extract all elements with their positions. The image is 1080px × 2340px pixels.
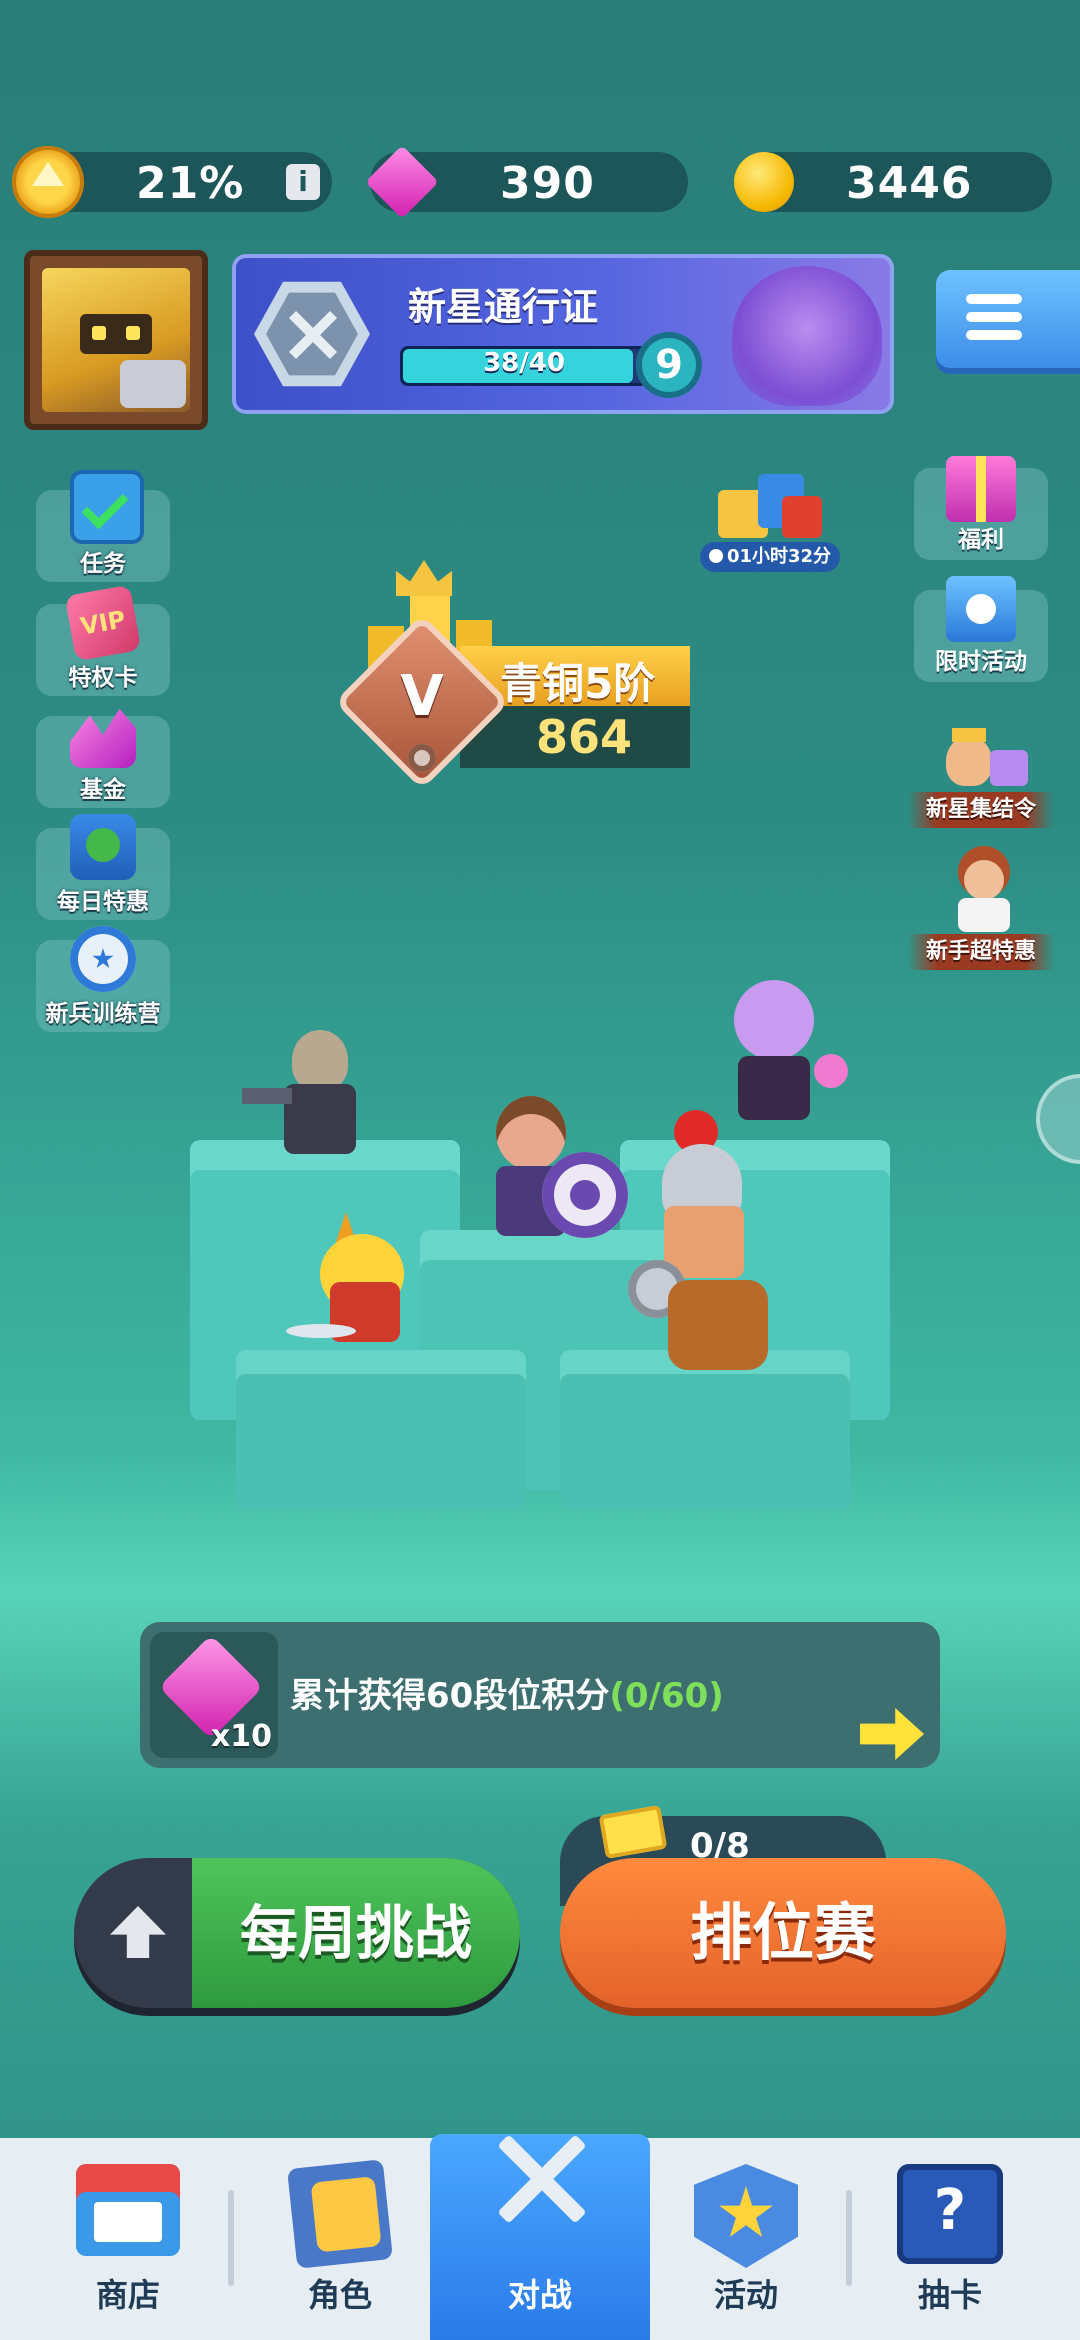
ticket-icon bbox=[598, 1804, 668, 1860]
avatar-helmet-icon bbox=[42, 268, 190, 412]
side-item-label: 新手超特惠 bbox=[908, 934, 1054, 970]
side-item-label: 福利 bbox=[958, 527, 1004, 553]
ranked-match-button[interactable]: 排位赛 bbox=[560, 1858, 1006, 2008]
gift-timer-label: 01小时32分 bbox=[700, 542, 840, 572]
pass-level-badge: 9 bbox=[636, 332, 702, 398]
task-clipboard-icon bbox=[70, 470, 144, 544]
side-item-label: 新兵训练营 bbox=[45, 1001, 161, 1027]
arrow-up-icon bbox=[110, 1906, 166, 1958]
side-item-label: 限时活动 bbox=[935, 649, 1027, 675]
coins-pill[interactable]: 3446 bbox=[734, 152, 1052, 212]
nav-shop[interactable]: 商店 bbox=[28, 2140, 228, 2340]
player-avatar[interactable] bbox=[24, 250, 208, 430]
level-percent: 21% bbox=[136, 158, 245, 209]
side-item-label: 任务 bbox=[80, 551, 126, 577]
clock-icon bbox=[708, 549, 723, 563]
pass-monster-icon bbox=[732, 266, 882, 406]
fund-gem-icon bbox=[70, 708, 136, 768]
side-item-newbie-deal[interactable]: 新手超特惠 bbox=[908, 842, 1054, 972]
gems-pill[interactable]: 390 bbox=[365, 145, 688, 219]
shop-icon bbox=[76, 2164, 180, 2256]
character-shield-hero bbox=[480, 1096, 630, 1256]
quest-description: 累计获得60段位积分 bbox=[290, 1676, 610, 1716]
nav-divider bbox=[228, 2190, 234, 2286]
side-item-label: 新星集结令 bbox=[908, 792, 1054, 828]
pass-level-number: 9 bbox=[655, 342, 683, 388]
timed-gift-button[interactable]: 01小时32分 bbox=[700, 464, 840, 574]
pass-progress-bar: 38/40 bbox=[400, 346, 648, 386]
side-item-label: 基金 bbox=[80, 777, 126, 803]
gacha-card-icon: ? bbox=[897, 2164, 1003, 2264]
gift-box-icon bbox=[946, 456, 1016, 522]
side-item-recruit-camp[interactable]: 新兵训练营 bbox=[36, 926, 170, 1032]
level-progress-pill[interactable]: 21% i bbox=[12, 146, 332, 218]
side-item-label: 特权卡 bbox=[68, 665, 138, 691]
nav-label: 活动 bbox=[713, 2276, 778, 2314]
level-up-icon bbox=[12, 146, 84, 218]
rank-name: 青铜5阶 bbox=[500, 659, 656, 708]
expand-up-button[interactable] bbox=[74, 1858, 196, 2008]
side-item-daily-deal[interactable]: 每日特惠 bbox=[36, 814, 170, 920]
limited-event-icon bbox=[946, 576, 1016, 642]
star-pass-banner[interactable]: 新星通行证 38/40 9 bbox=[232, 254, 894, 414]
character-icon bbox=[287, 2159, 393, 2269]
arrow-right-icon[interactable] bbox=[860, 1708, 924, 1760]
gift-timer-text: 01小时32分 bbox=[726, 546, 832, 567]
nav-label: 角色 bbox=[307, 2276, 372, 2314]
gift-pile-icon bbox=[718, 464, 822, 544]
daily-deal-icon bbox=[70, 814, 136, 880]
gems-count: 390 bbox=[500, 158, 595, 209]
rank-display[interactable]: 青铜5阶 864 V bbox=[334, 560, 700, 790]
vip-card-icon: VIP bbox=[64, 584, 142, 662]
nav-events[interactable]: 活动 bbox=[646, 2140, 846, 2340]
character-goblin bbox=[286, 1212, 440, 1372]
pass-progress-text: 38/40 bbox=[483, 348, 565, 378]
coins-count: 3446 bbox=[846, 158, 973, 209]
bottom-nav: 商店 角色 对战 活动 ? 抽卡 bbox=[0, 2134, 1080, 2340]
pass-swords-badge-icon bbox=[254, 281, 370, 387]
nav-label: 抽卡 bbox=[917, 2276, 982, 2314]
crossed-swords-icon bbox=[480, 2120, 600, 2240]
character-demon bbox=[718, 980, 848, 1130]
quest-banner[interactable]: x10 累计获得60段位积分(0/60) bbox=[140, 1622, 940, 1768]
weekly-challenge-button[interactable]: 每周挑战 bbox=[74, 1858, 520, 2008]
info-icon[interactable]: i bbox=[286, 164, 320, 200]
nav-label: 商店 bbox=[95, 2276, 160, 2314]
edge-scroll-button[interactable] bbox=[1036, 1074, 1080, 1164]
rally-order-icon bbox=[938, 728, 1028, 790]
side-item-welfare[interactable]: 福利 bbox=[914, 456, 1048, 560]
newbie-deal-icon bbox=[944, 846, 1024, 932]
reward-count: x10 bbox=[210, 1719, 272, 1754]
side-item-limited-event[interactable]: 限时活动 bbox=[914, 576, 1048, 682]
ranked-match-label: 排位赛 bbox=[689, 1896, 876, 1969]
nav-character[interactable]: 角色 bbox=[240, 2140, 440, 2340]
rank-score: 864 bbox=[535, 710, 633, 764]
gem-icon bbox=[365, 145, 439, 219]
quest-progress: (0/60) bbox=[609, 1676, 724, 1716]
coin-icon bbox=[734, 152, 794, 212]
rank-badge-gem-icon bbox=[408, 744, 436, 772]
side-item-vip-card[interactable]: VIP 特权卡 bbox=[36, 584, 170, 696]
rank-crown-icon bbox=[396, 560, 452, 596]
nav-battle[interactable]: 对战 bbox=[430, 2134, 650, 2340]
quest-text: 累计获得60段位积分(0/60) bbox=[290, 1668, 724, 1717]
event-star-icon bbox=[694, 2164, 798, 2268]
hamburger-icon bbox=[966, 294, 1022, 340]
side-item-fund[interactable]: 基金 bbox=[36, 708, 170, 808]
quest-reward-slot: x10 bbox=[150, 1632, 278, 1758]
rank-badge-letter: V bbox=[400, 664, 444, 729]
character-assassin bbox=[242, 1030, 370, 1160]
main-menu-button[interactable] bbox=[936, 270, 1080, 374]
nav-gacha[interactable]: ? 抽卡 bbox=[850, 2140, 1050, 2340]
weekly-challenge-label: 每周挑战 bbox=[239, 1899, 472, 1967]
side-item-label: 每日特惠 bbox=[57, 889, 149, 915]
pass-title: 新星通行证 bbox=[408, 285, 599, 329]
character-knight-rider bbox=[628, 1110, 778, 1370]
side-item-tasks[interactable]: 任务 bbox=[36, 470, 170, 582]
nav-label: 对战 bbox=[507, 2276, 572, 2314]
side-item-rally-order[interactable]: 新星集结令 bbox=[908, 728, 1054, 828]
recruit-camp-icon bbox=[70, 926, 136, 992]
